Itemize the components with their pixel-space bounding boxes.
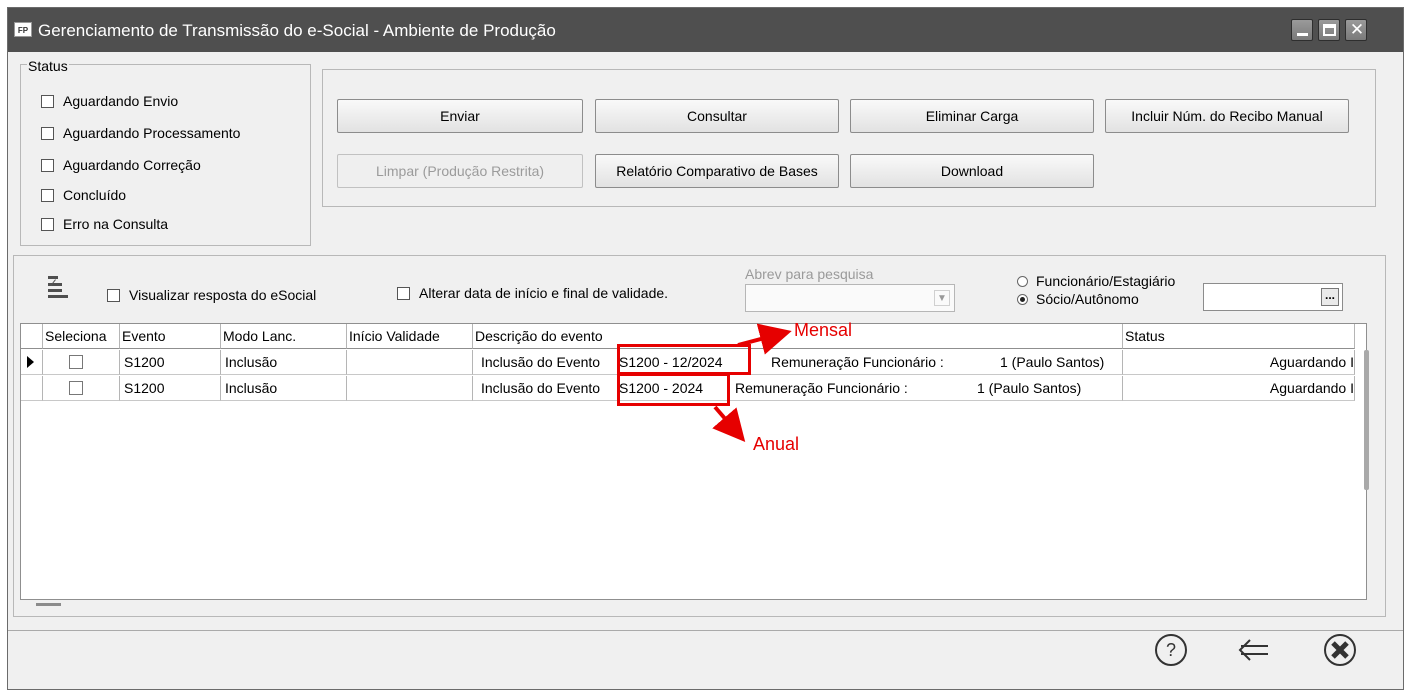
row-select-checkbox[interactable]	[69, 355, 83, 369]
checkbox[interactable]	[41, 188, 54, 202]
checkbox-label: Erro na Consulta	[63, 216, 169, 232]
maximize-icon	[1323, 24, 1336, 36]
table-cell-descricao: Inclusão do Evento S1200 - 2024 Remunera…	[473, 376, 1123, 401]
maximize-button[interactable]	[1318, 19, 1340, 41]
horizontal-scrollbar[interactable]	[36, 603, 61, 606]
table-cell-inicio-validade	[347, 376, 473, 401]
consultar-button[interactable]: Consultar	[595, 99, 839, 133]
checkbox-label: Visualizar resposta do eSocial	[129, 287, 317, 303]
chevron-down-icon: ▼	[934, 290, 950, 306]
radio-socio[interactable]: Sócio/Autônomo	[1017, 291, 1139, 307]
radio-button[interactable]	[1017, 293, 1028, 305]
checkbox-label: Aguardando Correção	[63, 157, 201, 173]
radio-label: Funcionário/Estagiário	[1036, 273, 1176, 289]
table-cell-descricao: Inclusão do Evento S1200 - 12/2024 Remun…	[473, 350, 1123, 375]
relatorio-comparativo-button[interactable]: Relatório Comparativo de Bases	[595, 154, 839, 188]
column-header-evento[interactable]: Evento	[120, 324, 221, 349]
footer-bar	[8, 630, 1403, 689]
table-cell-evento: S1200	[120, 350, 221, 375]
table-cell-modo: Inclusão	[221, 376, 347, 401]
status-option-concluido[interactable]: Concluído	[41, 187, 126, 203]
minimize-icon	[1297, 33, 1308, 36]
row-selector[interactable]	[21, 376, 43, 401]
column-header-seleciona[interactable]: Seleciona	[43, 324, 120, 349]
status-option-aguardando-correcao[interactable]: Aguardando Correção	[41, 157, 201, 173]
status-option-aguardando-processamento[interactable]: Aguardando Processamento	[41, 125, 240, 141]
current-row-arrow-icon	[27, 356, 34, 368]
vertical-scrollbar[interactable]	[1364, 350, 1369, 490]
row-select-checkbox[interactable]	[69, 381, 83, 395]
svg-text:?: ?	[1166, 640, 1176, 660]
title-bar: FP Gerenciamento de Transmissão do e-Soc…	[8, 8, 1403, 52]
column-header-inicio-validade[interactable]: Início Validade	[347, 324, 473, 349]
annotation-anual: Anual	[753, 434, 800, 454]
abrev-label: Abrev para pesquisa	[745, 266, 874, 282]
annotation-mensal: Mensal	[794, 320, 853, 340]
column-filter-icon[interactable]: ✓	[46, 276, 72, 300]
download-button[interactable]: Download	[850, 154, 1094, 188]
table-cell-inicio-validade	[347, 350, 473, 375]
row-selector[interactable]	[21, 350, 43, 375]
descricao-pessoa: 1 (Paulo Santos)	[977, 380, 1082, 396]
checkbox[interactable]	[41, 94, 54, 108]
table-cell-seleciona	[43, 350, 120, 375]
column-header-status[interactable]: Status	[1123, 324, 1355, 349]
radio-funcionario[interactable]: Funcionário/Estagiário	[1017, 273, 1175, 289]
table-cell-modo: Inclusão	[221, 350, 347, 375]
radio-label: Sócio/Autônomo	[1036, 291, 1139, 307]
radio-button[interactable]	[1017, 275, 1028, 287]
app-icon: FP	[14, 22, 32, 37]
checkbox-label: Alterar data de início e final de valida…	[419, 285, 669, 301]
descricao-pessoa: 1 (Paulo Santos)	[1000, 354, 1105, 370]
window-title: Gerenciamento de Transmissão do e-Social…	[38, 21, 556, 40]
checkbox[interactable]	[41, 126, 54, 140]
table-cell-evento: S1200	[120, 376, 221, 401]
alterar-data-option[interactable]: Alterar data de início e final de valida…	[397, 285, 668, 301]
close-circle-icon[interactable]	[1322, 632, 1358, 668]
checkbox[interactable]	[107, 288, 120, 302]
eliminar-carga-button[interactable]: Eliminar Carga	[850, 99, 1094, 133]
descricao-tipo: Remuneração Funcionário :	[771, 354, 944, 370]
status-legend: Status	[27, 58, 69, 74]
checkbox[interactable]	[41, 158, 54, 172]
visualizar-resposta-option[interactable]: Visualizar resposta do eSocial	[107, 287, 316, 303]
enviar-button[interactable]: Enviar	[337, 99, 583, 133]
checkbox-label: Concluído	[63, 187, 127, 203]
close-icon: ✕	[1349, 20, 1365, 39]
row-header-corner	[21, 324, 43, 349]
close-window-button[interactable]: ✕	[1345, 19, 1367, 41]
descricao-prefix: Inclusão do Evento	[481, 380, 601, 396]
table-cell-seleciona	[43, 376, 120, 401]
checkbox-label: Aguardando Processamento	[63, 125, 241, 141]
help-icon[interactable]: ?	[1153, 632, 1189, 668]
lookup-field[interactable]: ...	[1203, 283, 1343, 311]
table-cell-status: Aguardando I	[1123, 350, 1355, 375]
incluir-recibo-button[interactable]: Incluir Núm. do Recibo Manual	[1105, 99, 1349, 133]
status-option-aguardando-envio[interactable]: Aguardando Envio	[41, 93, 178, 109]
status-option-erro-na-consulta[interactable]: Erro na Consulta	[41, 216, 168, 232]
annotation-box-mensal	[617, 344, 751, 375]
checkbox[interactable]	[397, 286, 410, 300]
minimize-button[interactable]	[1291, 19, 1313, 41]
descricao-prefix: Inclusão do Evento	[481, 354, 601, 370]
column-header-modo-lanc[interactable]: Modo Lanc.	[221, 324, 347, 349]
limpar-button[interactable]: Limpar (Produção Restrita)	[337, 154, 583, 188]
ellipsis-button[interactable]: ...	[1321, 288, 1339, 306]
descricao-tipo: Remuneração Funcionário :	[735, 380, 908, 396]
checkbox-label: Aguardando Envio	[63, 93, 179, 109]
annotation-box-anual	[617, 373, 730, 406]
back-arrow-icon[interactable]	[1236, 632, 1272, 668]
checkbox[interactable]	[41, 217, 54, 231]
abrev-search-select[interactable]: ▼	[745, 284, 955, 312]
table-cell-status: Aguardando I	[1123, 376, 1355, 401]
